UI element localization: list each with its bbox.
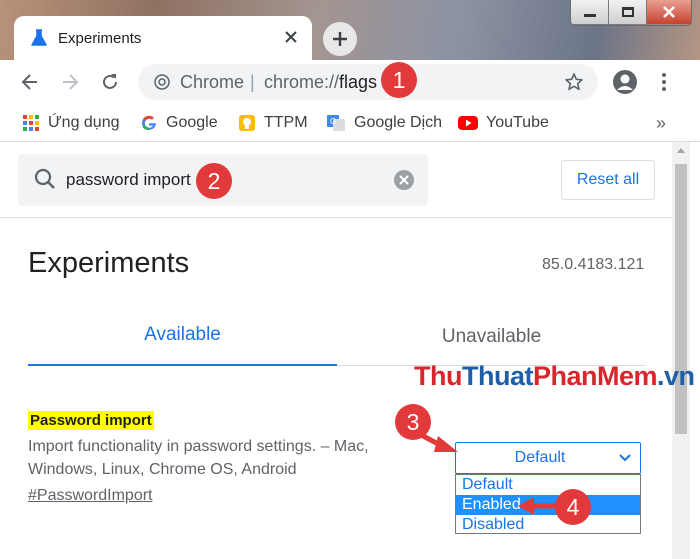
back-button[interactable] [18,70,42,94]
scrollbar[interactable] [672,142,690,559]
kebab-dot [662,87,666,91]
menu-button[interactable] [656,70,672,94]
step-badge-4: 4 [555,489,591,525]
bookmark-youtube[interactable]: YouTube [458,112,549,134]
bookmark-apps[interactable]: Ứng dụng [22,112,120,134]
plus-icon [333,32,347,46]
search-input-value: password import [66,170,191,189]
step-badge-2: 2 [196,163,232,199]
chrome-icon [154,74,170,90]
title-bar: Experiments [0,0,700,60]
search-icon [34,168,55,189]
profile-avatar-icon[interactable] [612,69,638,95]
bookmark-google[interactable]: Google [140,112,218,134]
watermark-text: PhanMem [532,361,658,391]
step-badge-3: 3 [395,404,431,440]
reload-button[interactable] [98,70,122,94]
bookmarks-overflow-button[interactable]: » [656,113,666,134]
address-bar[interactable]: Chrome | chrome://flags [138,64,598,100]
page-title: Experiments [28,247,190,279]
forward-button[interactable] [58,70,82,94]
forward-arrow-icon [63,74,79,90]
tab-close-button[interactable] [282,28,300,46]
flags-tabs: Available Unavailable [28,312,646,366]
bookmark-label: Google [166,114,218,131]
tab-title: Experiments [58,30,142,47]
dropdown-option-disabled[interactable]: Disabled [456,515,640,535]
maximize-icon [621,7,634,17]
url-path: flags [339,72,378,92]
translate-icon: G [327,115,345,131]
watermark-logo: ThuThuatPhanMem.vn [414,361,695,392]
tab-unavailable[interactable]: Unavailable [337,312,646,366]
close-icon [399,175,409,185]
clear-search-button[interactable] [394,170,414,190]
bookmark-ttpm[interactable]: TTPM [238,112,308,134]
kebab-dot [662,80,666,84]
watermark-text: Thu [414,361,462,391]
url-prefix: chrome:// [264,72,340,92]
flag-state-select[interactable]: Default [455,442,641,474]
step-badge-1: 1 [381,62,417,98]
bookmark-label: TTPM [264,114,308,131]
toolbar: Chrome | chrome://flags [0,60,700,104]
close-icon [285,31,297,43]
chevron-down-icon [619,454,631,462]
omnibox-scheme-label: Chrome [180,72,245,92]
tab-experiments[interactable]: Experiments [14,16,312,60]
select-current-value: Default [514,449,566,466]
dropdown-option-default[interactable]: Default [456,475,640,495]
window-close-button[interactable] [647,0,691,24]
browser-window: Experiments Chrome | chrome://flags Ứng … [0,0,700,559]
back-arrow-icon [21,74,37,90]
tab-available[interactable]: Available [28,312,337,366]
reset-all-button[interactable]: Reset all [561,160,655,200]
minimize-icon [583,13,596,17]
flag-name: Password import [28,411,154,430]
flag-permalink[interactable]: #PasswordImport [28,487,153,505]
watermark-text: Thuat [461,361,534,391]
reload-icon [103,74,117,89]
apps-grid-icon [23,115,39,131]
omnibox-separator: | [250,72,255,92]
window-controls [570,0,692,26]
google-icon [142,115,156,131]
flags-page: password import Reset all Experiments 85… [0,142,700,559]
omnibox-url: chrome://flags [264,72,377,93]
watermark-text: .vn [657,361,695,391]
youtube-icon [458,116,478,130]
close-icon [663,6,675,18]
flag-description: Import functionality in password setting… [28,438,369,478]
bookmark-label: YouTube [486,114,549,131]
minimize-button[interactable] [571,0,609,24]
bookmark-label: Ứng dụng [48,114,120,131]
svg-text:G: G [330,117,336,126]
version-label: 85.0.4183.121 [542,256,645,273]
new-tab-button[interactable] [323,22,357,56]
bookmarks-bar: Ứng dụng Google TTPM G Google Dịch YouTu… [0,104,700,142]
scroll-up-arrow-icon[interactable] [677,148,685,153]
bulb-icon [239,115,255,131]
star-icon[interactable] [564,72,584,92]
active-tab-indicator [28,364,337,366]
bookmark-label: Google Dịch [354,114,443,131]
maximize-button[interactable] [609,0,647,24]
scrollbar-thumb[interactable] [675,164,687,434]
flags-header: password import Reset all [0,142,672,218]
bookmark-google-translate[interactable]: G Google Dịch [326,112,442,134]
kebab-dot [662,73,666,77]
flask-icon [31,29,47,46]
